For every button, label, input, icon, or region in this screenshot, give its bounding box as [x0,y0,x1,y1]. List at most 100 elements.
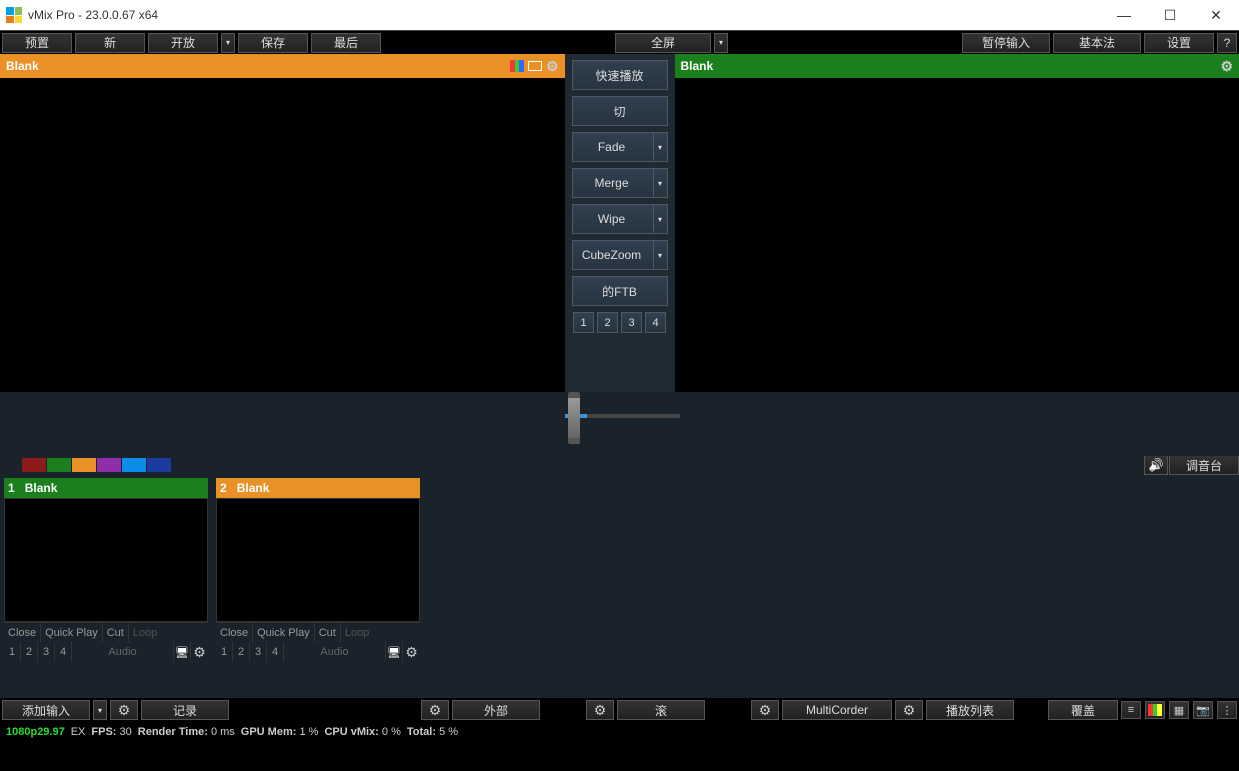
color-swatch-blue[interactable] [147,458,171,472]
save-button[interactable]: 保存 [238,33,308,53]
input-1-ov2[interactable]: 2 [21,642,38,662]
tbar-track[interactable] [565,414,680,418]
more-icon[interactable]: ⋮ [1217,701,1237,719]
fade-button[interactable]: Fade▾ [572,132,668,162]
maximize-button[interactable]: ☐ [1147,0,1193,30]
pause-inputs-button[interactable]: 暂停输入 [962,33,1050,53]
color-swatch-cyan[interactable] [122,458,146,472]
input-1-ov4[interactable]: 4 [55,642,72,662]
window-titlebar: vMix Pro - 23.0.0.67 x64 — ☐ ✕ [0,0,1239,30]
input-1-loop[interactable]: Loop [129,623,161,642]
external-button[interactable]: 外部 [452,700,540,720]
external-gear-icon[interactable] [421,700,449,720]
input-2-audio[interactable]: Audio [284,642,386,662]
add-input-button[interactable]: 添加输入 [2,700,90,720]
input-1-header[interactable]: 1Blank [4,478,208,498]
input-2-header[interactable]: 2Blank [216,478,420,498]
input-2-preview-icon[interactable] [386,642,403,662]
last-button[interactable]: 最后 [311,33,381,53]
basic-button[interactable]: 基本法 [1053,33,1141,53]
overlay-3-button[interactable]: 3 [621,312,642,333]
preset-button[interactable]: 预置 [2,33,72,53]
quickplay-button[interactable]: 快速播放 [572,60,668,90]
input-1-ov3[interactable]: 3 [38,642,55,662]
close-button[interactable]: ✕ [1193,0,1239,30]
cut-button[interactable]: 切 [572,96,668,126]
input-2-cut[interactable]: Cut [315,623,341,642]
input-2-quickplay[interactable]: Quick Play [253,623,315,642]
color-swatch-red[interactable] [22,458,46,472]
audio-icon[interactable] [1144,455,1168,475]
overlay-4-button[interactable]: 4 [645,312,666,333]
output-pane: Blank [675,54,1239,392]
input-2-ov4[interactable]: 4 [267,642,284,662]
color-swatch-green[interactable] [47,458,71,472]
fullscreen-dropdown[interactable]: ▾ [714,33,728,53]
chevron-down-icon[interactable]: ▾ [653,205,667,233]
output-label: Blank [681,59,714,73]
layout-icon[interactable] [528,61,542,71]
status-resolution: 1080p29.97 [6,726,65,738]
multicorder-gear-icon[interactable] [751,700,779,720]
input-tile-1: 1Blank Close Quick Play Cut Loop 1 2 3 4… [4,478,208,662]
preview-settings-icon[interactable] [546,58,559,75]
rgb-icon[interactable] [510,60,524,72]
input-1-audio[interactable]: Audio [72,642,174,662]
grid-icon[interactable]: ▦ [1169,701,1189,719]
multicorder-button[interactable]: MultiCorder [782,700,892,720]
color-swatch-purple[interactable] [97,458,121,472]
wipe-button[interactable]: Wipe▾ [572,204,668,234]
chevron-down-icon[interactable]: ▾ [653,133,667,161]
list-icon[interactable]: ≡ [1121,701,1141,719]
camera-icon[interactable]: 📷 [1193,701,1213,719]
chevron-down-icon[interactable]: ▾ [653,169,667,197]
record-button[interactable]: 记录 [141,700,229,720]
color-swatch-orange[interactable] [72,458,96,472]
merge-button[interactable]: Merge▾ [572,168,668,198]
open-button[interactable]: 开放 [148,33,218,53]
input-1-close[interactable]: Close [4,623,41,642]
stream-button[interactable]: 滚 [617,700,705,720]
ftb-button[interactable]: 的FTB [572,276,668,306]
mixer-button[interactable]: 调音台 [1169,455,1239,475]
overlay-1-button[interactable]: 1 [573,312,594,333]
playlist-gear-icon[interactable] [895,700,923,720]
input-2-close[interactable]: Close [216,623,253,642]
bottom-bar: 添加输入 ▾ 记录 外部 滚 MultiCorder 播放列表 覆盖 ≡ ▦ 📷… [0,698,1239,722]
input-1-quickplay[interactable]: Quick Play [41,623,103,642]
settings-button[interactable]: 设置 [1144,33,1214,53]
status-ex: EX [71,726,86,738]
tbar-handle[interactable] [568,392,580,444]
output-body[interactable] [675,78,1239,392]
input-2-gear-icon[interactable] [403,642,420,662]
input-2-body[interactable] [216,498,420,622]
new-button[interactable]: 新 [75,33,145,53]
input-2-loop[interactable]: Loop [341,623,373,642]
input-1-body[interactable] [4,498,208,622]
output-settings-icon[interactable] [1220,58,1233,75]
input-1-gear-icon[interactable] [191,642,208,662]
playlist-button[interactable]: 播放列表 [926,700,1014,720]
minimize-button[interactable]: — [1101,0,1147,30]
add-input-dropdown[interactable]: ▾ [93,700,107,720]
open-dropdown[interactable]: ▾ [221,33,235,53]
help-button[interactable]: ? [1217,33,1237,53]
input-2-ov1[interactable]: 1 [216,642,233,662]
input-1-preview-icon[interactable] [174,642,191,662]
fullscreen-button[interactable]: 全屏 [615,33,711,53]
cubezoom-button[interactable]: CubeZoom▾ [572,240,668,270]
preview-pane: Blank [0,54,565,392]
window-title: vMix Pro - 23.0.0.67 x64 [28,8,1101,22]
record-gear-icon[interactable] [110,700,138,720]
preview-body[interactable] [0,78,565,392]
input-2-ov3[interactable]: 3 [250,642,267,662]
stream-gear-icon[interactable] [586,700,614,720]
overlay-button[interactable]: 覆盖 [1048,700,1118,720]
levels-icon[interactable] [1145,701,1165,719]
chevron-down-icon[interactable]: ▾ [653,241,667,269]
input-1-cut[interactable]: Cut [103,623,129,642]
overlay-2-button[interactable]: 2 [597,312,618,333]
input-1-ov1[interactable]: 1 [4,642,21,662]
input-2-ov2[interactable]: 2 [233,642,250,662]
preview-header: Blank [0,54,565,78]
